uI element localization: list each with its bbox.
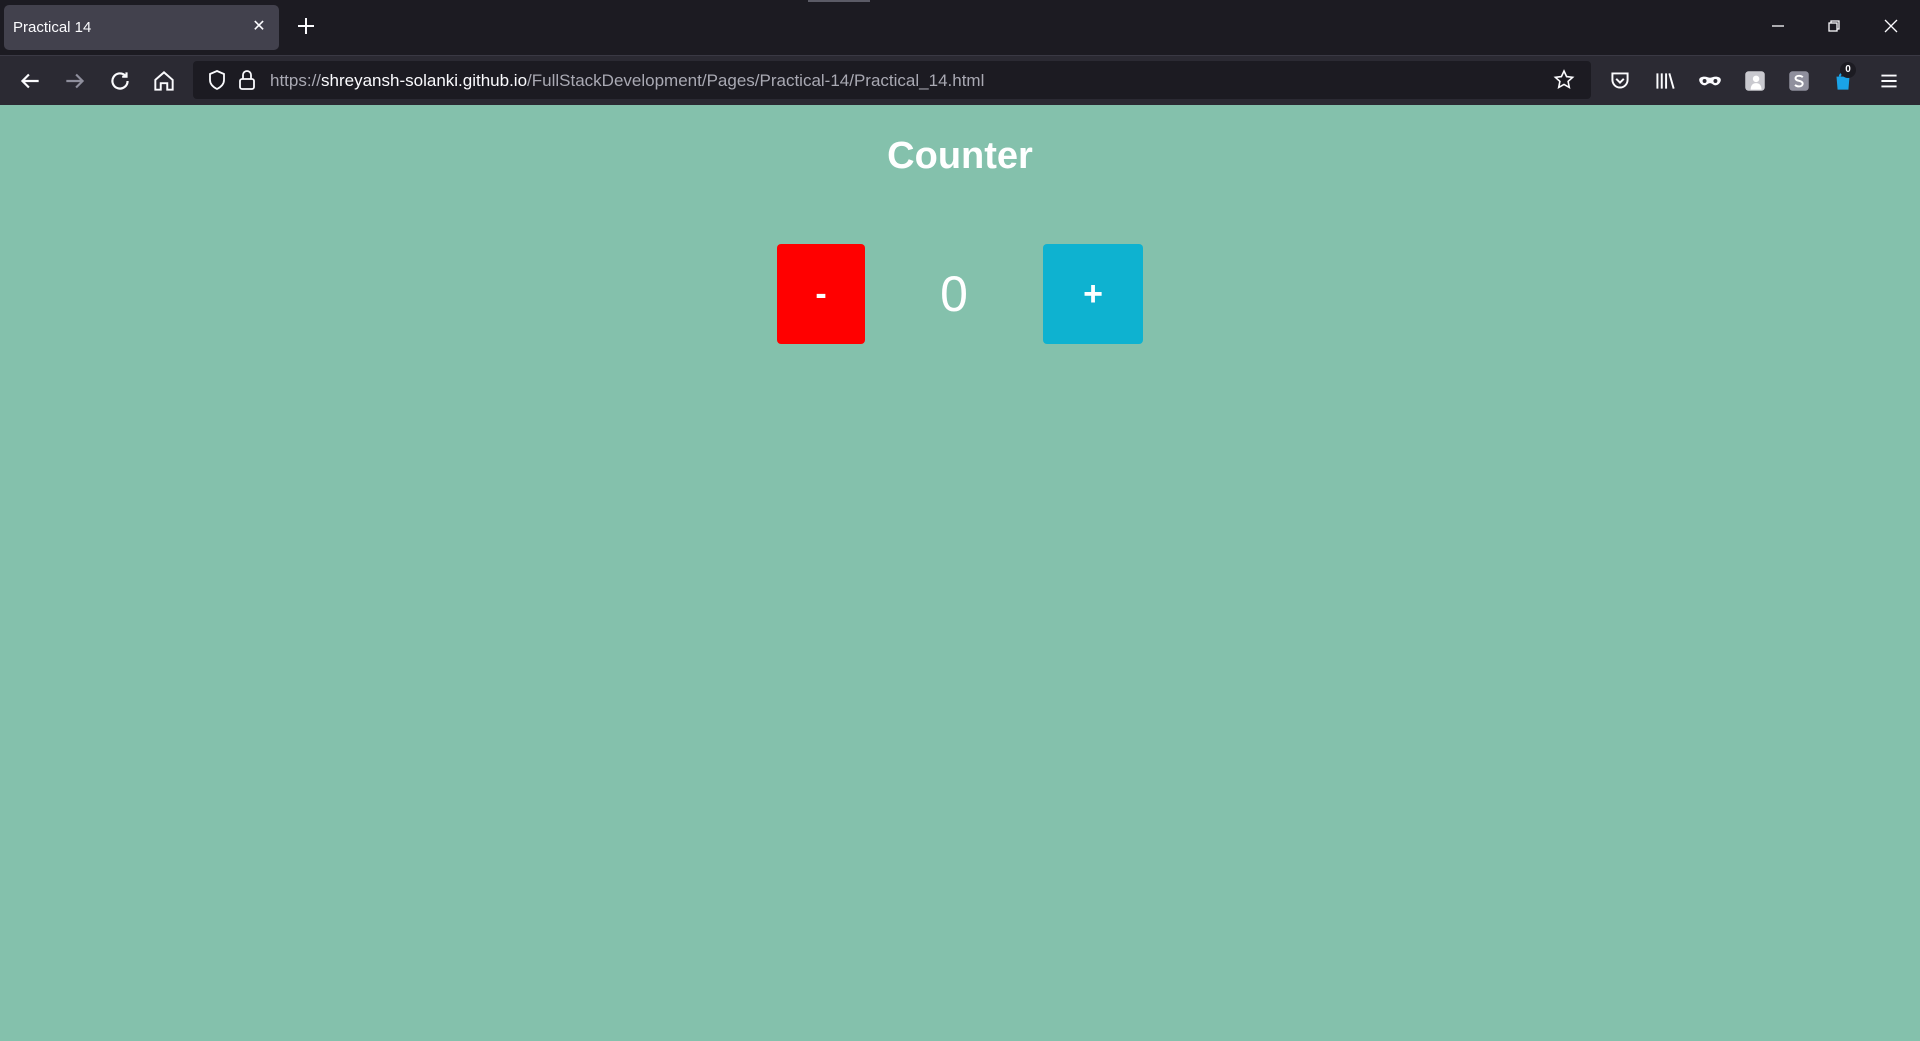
decrement-button[interactable]: - (777, 244, 865, 344)
address-bar[interactable]: https://shreyansh-solanki.github.io/Full… (193, 61, 1591, 99)
close-window-icon[interactable] (1879, 14, 1903, 38)
lock-icon[interactable] (236, 68, 258, 92)
navigation-toolbar: https://shreyansh-solanki.github.io/Full… (0, 55, 1920, 105)
url-text[interactable]: https://shreyansh-solanki.github.io/Full… (270, 71, 984, 91)
extension-icon[interactable] (1742, 68, 1768, 94)
minimize-icon[interactable] (1766, 14, 1790, 38)
home-icon[interactable] (151, 68, 177, 94)
reload-icon[interactable] (107, 68, 133, 94)
tab-strip: Practical 14 ✕ (0, 0, 1920, 55)
forward-arrow-icon[interactable] (62, 68, 88, 94)
increment-button[interactable]: + (1043, 244, 1143, 344)
incognito-mask-icon[interactable] (1697, 68, 1723, 94)
tab-close-icon[interactable]: ✕ (249, 17, 269, 37)
new-tab-icon[interactable] (294, 14, 318, 38)
tab-title: Practical 14 (13, 19, 92, 36)
page-body: Counter - 0 + (0, 105, 1920, 1041)
s-extension-icon[interactable] (1786, 68, 1812, 94)
counter-value: 0 (940, 266, 968, 322)
url-scheme: https:// (270, 71, 322, 90)
browser-tab[interactable]: Practical 14 ✕ (4, 5, 279, 50)
back-arrow-icon[interactable] (17, 68, 43, 94)
url-host: shreyansh-solanki.github.io (321, 71, 528, 90)
menu-hamburger-icon[interactable] (1876, 68, 1902, 94)
restore-icon[interactable] (1822, 14, 1846, 38)
bookmark-star-icon[interactable] (1552, 68, 1576, 92)
pocket-icon[interactable] (1607, 68, 1633, 94)
url-path: /FullStackDevelopment/Pages/Practical-14… (527, 71, 985, 90)
library-icon[interactable] (1652, 68, 1678, 94)
page-title: Counter (887, 135, 1033, 177)
shield-icon[interactable] (205, 68, 229, 92)
extension-badge: 0 (1840, 62, 1856, 78)
drag-indicator (808, 0, 870, 2)
